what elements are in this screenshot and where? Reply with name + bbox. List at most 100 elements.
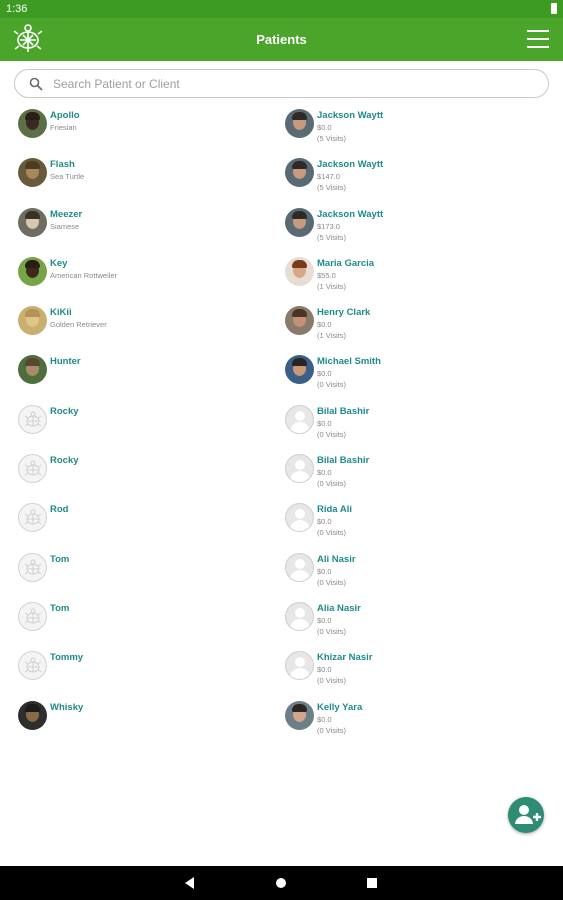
patient-list-item[interactable]: KiKii Golden Retriever [18, 305, 268, 354]
pet-placeholder-avatar [18, 651, 47, 681]
patient-breed: Siamese [50, 221, 80, 231]
client-list-item[interactable]: Michael Smith $0.0 (0 Visits) [285, 354, 545, 403]
patient-name: Rocky [50, 405, 79, 417]
client-text: Rida Ali $0.0 (0 Visits) [317, 504, 352, 538]
avatar [18, 700, 47, 730]
add-person-icon [515, 805, 541, 824]
avatar [285, 207, 314, 237]
client-visits: (0 Visits) [317, 676, 347, 686]
client-visits: (0 Visits) [317, 528, 347, 538]
patient-name: Hunter [50, 356, 81, 368]
patient-text: Tommy [50, 652, 83, 664]
avatar [285, 256, 314, 286]
client-list-item[interactable]: Bilal Bashir $0.0 (0 Visits) [285, 404, 545, 453]
avatar [18, 306, 47, 336]
client-visits: (0 Visits) [317, 380, 347, 390]
home-icon[interactable] [276, 878, 286, 888]
client-amount: $0.0 [317, 320, 332, 330]
search-bar[interactable] [14, 69, 549, 98]
patient-list-item[interactable]: Hunter [18, 354, 268, 403]
client-name: Ali Nasir [317, 553, 356, 565]
client-list-item[interactable]: Rida Ali $0.0 (0 Visits) [285, 502, 545, 551]
client-list-item[interactable]: Jackson Waytt $173.0 (5 Visits) [285, 207, 545, 256]
patient-list-item[interactable]: Meezer Siamese [18, 207, 268, 256]
client-text: Khizar Nasir $0.0 (0 Visits) [317, 652, 372, 686]
patient-list-item[interactable]: Tom [18, 552, 268, 601]
client-text: Michael Smith $0.0 (0 Visits) [317, 356, 381, 390]
patient-text: Whisky [50, 702, 83, 714]
status-bar: 1:36 [0, 0, 563, 18]
client-name: Jackson Waytt [317, 110, 384, 121]
avatar [18, 158, 47, 188]
client-list-item[interactable]: Ali Nasir $0.0 (0 Visits) [285, 552, 545, 601]
patient-name: Tommy [50, 652, 84, 664]
client-amount: $0.0 [317, 418, 332, 428]
client-name: Bilal Bashir [317, 405, 370, 417]
pet-placeholder-avatar [18, 503, 47, 533]
client-name: Khizar Nasir [317, 652, 373, 664]
client-list-item[interactable]: Bilal Bashir $0.0 (0 Visits) [285, 453, 545, 502]
patient-list-item[interactable]: Rod [18, 502, 268, 551]
patient-text: Meezer Siamese [50, 209, 82, 232]
patient-text: Tom [50, 554, 69, 566]
client-list-item[interactable]: Henry Clark $0.0 (1 Visits) [285, 305, 545, 354]
avatar [18, 109, 47, 138]
patient-name: KiKii [50, 307, 72, 319]
patient-breed: Golden Retriever [50, 320, 107, 330]
client-list-item[interactable]: Jackson Waytt $0.0 (5 Visits) [285, 108, 545, 157]
page-title: Patients [256, 32, 307, 47]
client-visits: (0 Visits) [317, 479, 347, 489]
patient-text: KiKii Golden Retriever [50, 307, 107, 330]
battery-icon [551, 3, 557, 14]
patient-list-item[interactable]: Tommy [18, 650, 268, 699]
client-list-item[interactable]: Khizar Nasir $0.0 (0 Visits) [285, 650, 545, 699]
patient-list-item[interactable]: Flash Sea Turtle [18, 157, 268, 206]
hamburger-menu-icon[interactable] [527, 30, 549, 48]
person-placeholder-avatar [285, 503, 314, 533]
patient-name: Apollo [50, 110, 80, 121]
patient-text: Apollo Friesian [50, 110, 80, 133]
client-name: Kelly Yara [317, 701, 363, 713]
client-amount: $55.0 [317, 270, 336, 280]
client-amount: $0.0 [317, 665, 332, 675]
recents-icon[interactable] [367, 878, 377, 888]
client-list-item[interactable]: Maria Garcia $55.0 (1 Visits) [285, 256, 545, 305]
patient-name: Key [50, 257, 68, 269]
client-name: Henry Clark [317, 307, 371, 319]
client-amount: $147.0 [317, 172, 340, 182]
back-icon[interactable] [185, 877, 194, 889]
patient-list-item[interactable]: Key American Rottweiler [18, 256, 268, 305]
patient-list-item[interactable]: Rocky [18, 453, 268, 502]
client-visits: (0 Visits) [317, 626, 347, 636]
patient-breed: American Rottweiler [50, 270, 118, 280]
patient-list-item[interactable]: Whisky [18, 700, 268, 749]
person-placeholder-avatar [285, 454, 314, 484]
patient-list-item[interactable]: Apollo Friesian [18, 108, 268, 157]
client-text: Kelly Yara $0.0 (0 Visits) [317, 702, 362, 736]
avatar [285, 109, 314, 138]
patient-list: Apollo Friesian Flash Sea Turtle Meezer Siame… [18, 108, 268, 749]
system-nav-bar [0, 866, 563, 900]
status-time: 1:36 [6, 3, 28, 15]
search-input[interactable] [53, 74, 533, 94]
add-client-button[interactable] [508, 797, 544, 833]
patient-breed: Sea Turtle [50, 172, 85, 182]
pet-placeholder-avatar [18, 454, 47, 484]
client-amount: $0.0 [317, 468, 332, 478]
person-placeholder-avatar [285, 404, 314, 434]
patient-name: Tom [50, 602, 70, 614]
patient-name: Flash [50, 159, 75, 171]
patient-list-item[interactable]: Tom [18, 601, 268, 650]
client-text: Maria Garcia $55.0 (1 Visits) [317, 258, 374, 292]
client-name: Maria Garcia [317, 257, 375, 269]
patient-text: Hunter [50, 356, 81, 368]
client-list-item[interactable]: Jackson Waytt $147.0 (5 Visits) [285, 157, 545, 206]
client-name: Alia Nasir [317, 602, 361, 614]
patient-name: Rocky [50, 455, 79, 467]
client-visits: (1 Visits) [317, 331, 347, 341]
patient-list-item[interactable]: Rocky [18, 404, 268, 453]
client-list-item[interactable]: Kelly Yara $0.0 (0 Visits) [285, 700, 545, 749]
client-name: Rida Ali [317, 504, 353, 516]
patient-name: Rod [50, 504, 69, 516]
client-list-item[interactable]: Alia Nasir $0.0 (0 Visits) [285, 601, 545, 650]
